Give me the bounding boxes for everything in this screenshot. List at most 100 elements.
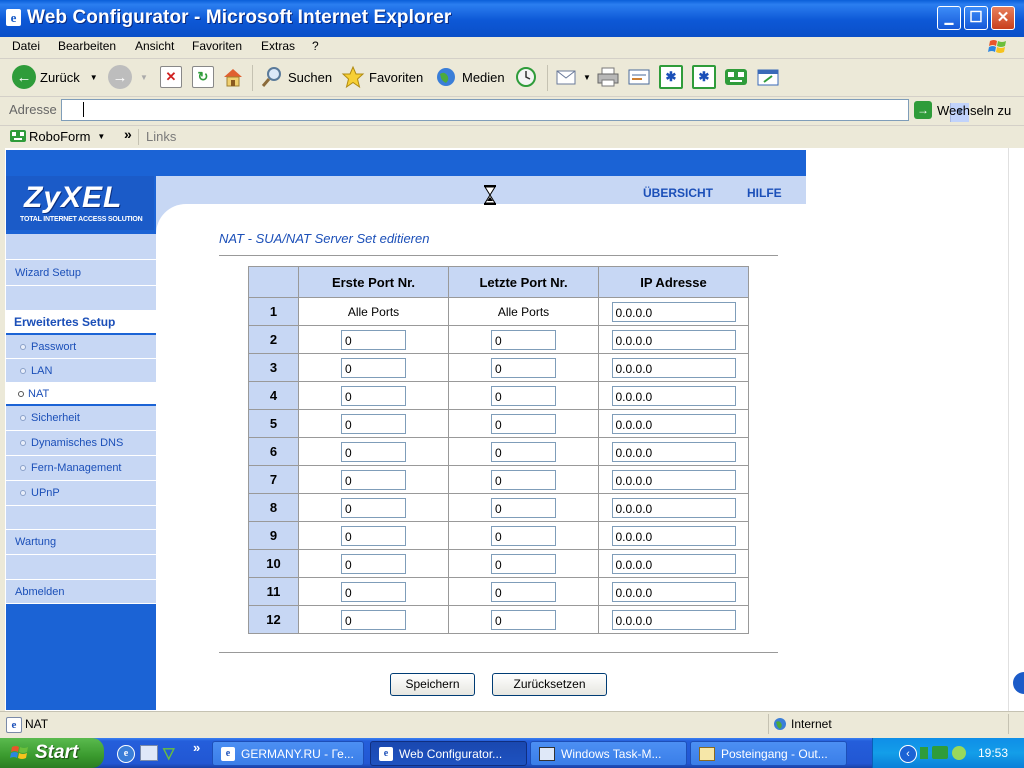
edit-button[interactable] [627,63,651,91]
refresh-button[interactable]: ↻ [192,63,214,91]
sidebar-item-remote-management[interactable]: Fern-Management [6,456,156,481]
links-label[interactable]: Links [146,129,176,144]
last-port-input[interactable]: 0 [491,581,556,602]
media-button[interactable]: Medien [434,63,505,91]
first-port-input[interactable]: 0 [341,609,406,630]
sidebar-item-ddns[interactable]: Dynamisches DNS [6,431,156,456]
links-chevron-button[interactable]: » [124,126,132,142]
last-port-input[interactable]: 0 [491,385,556,406]
address-input[interactable]: ▼ [61,99,969,122]
roboform-toolbar-button[interactable] [724,63,748,91]
menu-help[interactable]: ? [312,39,319,53]
forward-dropdown-icon[interactable]: ▼ [140,73,148,82]
menu-favoriten[interactable]: Favoriten [192,39,242,53]
window-button[interactable] [757,63,779,91]
vertical-scrollbar[interactable] [1008,148,1024,711]
close-button[interactable]: ✕ [991,6,1015,30]
menu-extras[interactable]: Extras [261,39,295,53]
taskbar-item-task-manager[interactable]: Windows Task-M... [530,741,687,766]
sidebar-item-wizard[interactable]: Wizard Setup [6,260,156,286]
first-port-input[interactable]: 0 [341,581,406,602]
search-button[interactable]: Suchen [260,63,332,91]
last-port-input[interactable]: 0 [491,553,556,574]
first-port-input[interactable]: 0 [341,525,406,546]
roboform-menu-button[interactable]: RoboForm ▼ [10,128,105,144]
ip-address-input[interactable]: 0.0.0.0 [611,525,736,546]
taskbar-item-web-configurator[interactable]: e Web Configurator... [370,741,527,766]
nav-help-link[interactable]: HILFE [747,186,782,200]
ip-address-input[interactable]: 0.0.0.0 [611,357,736,378]
tray-network-icon[interactable] [920,747,928,759]
ip-address-input[interactable]: 0.0.0.0 [611,385,736,406]
clock[interactable]: 19:53 [978,746,1008,760]
minimize-button[interactable]: ▁ [937,6,961,30]
ip-address-input[interactable]: 0.0.0.0 [611,441,736,462]
sidebar-item-upnp[interactable]: UPnP [6,481,156,506]
quicklaunch-desktop-icon[interactable]: ▽ [163,744,179,762]
quicklaunch-outlook-icon[interactable] [140,745,158,761]
maximize-button[interactable]: ☐ [964,6,988,30]
first-port-input[interactable]: 0 [341,413,406,434]
reset-button[interactable]: Zurücksetzen [492,673,607,696]
sidebar-item-password[interactable]: Passwort [6,335,156,359]
tray-roboform-icon[interactable] [932,746,948,759]
menu-datei[interactable]: Datei [12,39,40,53]
ie-window-icon[interactable]: e [6,9,21,26]
mail-button[interactable]: ▼ [555,63,591,91]
tray-collapse-icon[interactable]: ‹ [899,745,917,763]
home-button[interactable] [222,63,244,91]
taskbar-item-germany[interactable]: e GERMANY.RU - Ге... [212,741,364,766]
ip-address-input[interactable]: 0.0.0.0 [611,301,736,322]
first-port-input[interactable]: 0 [341,469,406,490]
nav-overview-link[interactable]: ÜBERSICHT [643,186,713,200]
messenger-alt-button[interactable]: ✱ [692,63,716,91]
ip-address-input[interactable]: 0.0.0.0 [611,609,736,630]
first-port-input[interactable]: 0 [341,553,406,574]
history-button[interactable] [514,63,538,91]
sidebar-item-advanced[interactable]: Erweitertes Setup [6,311,156,334]
quicklaunch-chevron[interactable]: » [193,740,200,755]
last-port-input[interactable]: 0 [491,329,556,350]
last-port-input[interactable]: 0 [491,469,556,490]
last-port-input[interactable]: 0 [491,609,556,630]
last-port-input[interactable]: 0 [491,525,556,546]
first-port-input[interactable]: 0 [341,385,406,406]
quicklaunch-ie-icon[interactable]: e [117,745,135,763]
sidebar-item-security[interactable]: Sicherheit [6,406,156,431]
sidebar-item-logout[interactable]: Abmelden [6,580,156,604]
first-port-input[interactable]: 0 [341,497,406,518]
taskbar-item-outlook-inbox[interactable]: Posteingang - Out... [690,741,847,766]
mail-dropdown-icon[interactable]: ▼ [583,73,591,82]
ip-address-input[interactable]: 0.0.0.0 [611,581,736,602]
stop-button[interactable]: ✕ [160,63,182,91]
window-titlebar[interactable]: e Web Configurator - Microsoft Internet … [0,0,1024,37]
ip-address-input[interactable]: 0.0.0.0 [611,329,736,350]
last-port-input[interactable]: 0 [491,357,556,378]
back-dropdown-icon[interactable]: ▼ [90,73,98,82]
ip-address-input[interactable]: 0.0.0.0 [611,497,736,518]
sidebar-item-maintenance[interactable]: Wartung [6,530,156,555]
last-port-input[interactable]: 0 [491,497,556,518]
save-button[interactable]: Speichern [390,673,475,696]
first-port-input[interactable]: 0 [341,441,406,462]
sidebar-item-lan[interactable]: LAN [6,359,156,383]
tray-status-icon[interactable] [952,746,966,760]
ip-address-input[interactable]: 0.0.0.0 [611,553,736,574]
ip-address-input[interactable]: 0.0.0.0 [611,413,736,434]
go-arrow-icon[interactable]: → [914,101,932,119]
sidebar-item-nat[interactable]: NAT [6,383,156,405]
print-button[interactable] [596,63,620,91]
menu-bearbeiten[interactable]: Bearbeiten [58,39,116,53]
go-button[interactable]: Wechseln zu [937,103,1011,118]
start-button[interactable]: Start [0,738,104,768]
favorites-button[interactable]: Favoriten [341,63,423,91]
last-port-input[interactable]: 0 [491,413,556,434]
forward-button[interactable]: → ▼ [108,63,148,91]
first-port-input[interactable]: 0 [341,357,406,378]
last-port-input[interactable]: 0 [491,441,556,462]
first-port-input[interactable]: 0 [341,329,406,350]
back-button[interactable]: ← Zurück ▼ [12,63,98,91]
ip-address-input[interactable]: 0.0.0.0 [611,469,736,490]
messenger-button[interactable]: ✱ [659,63,683,91]
menu-ansicht[interactable]: Ansicht [135,39,174,53]
